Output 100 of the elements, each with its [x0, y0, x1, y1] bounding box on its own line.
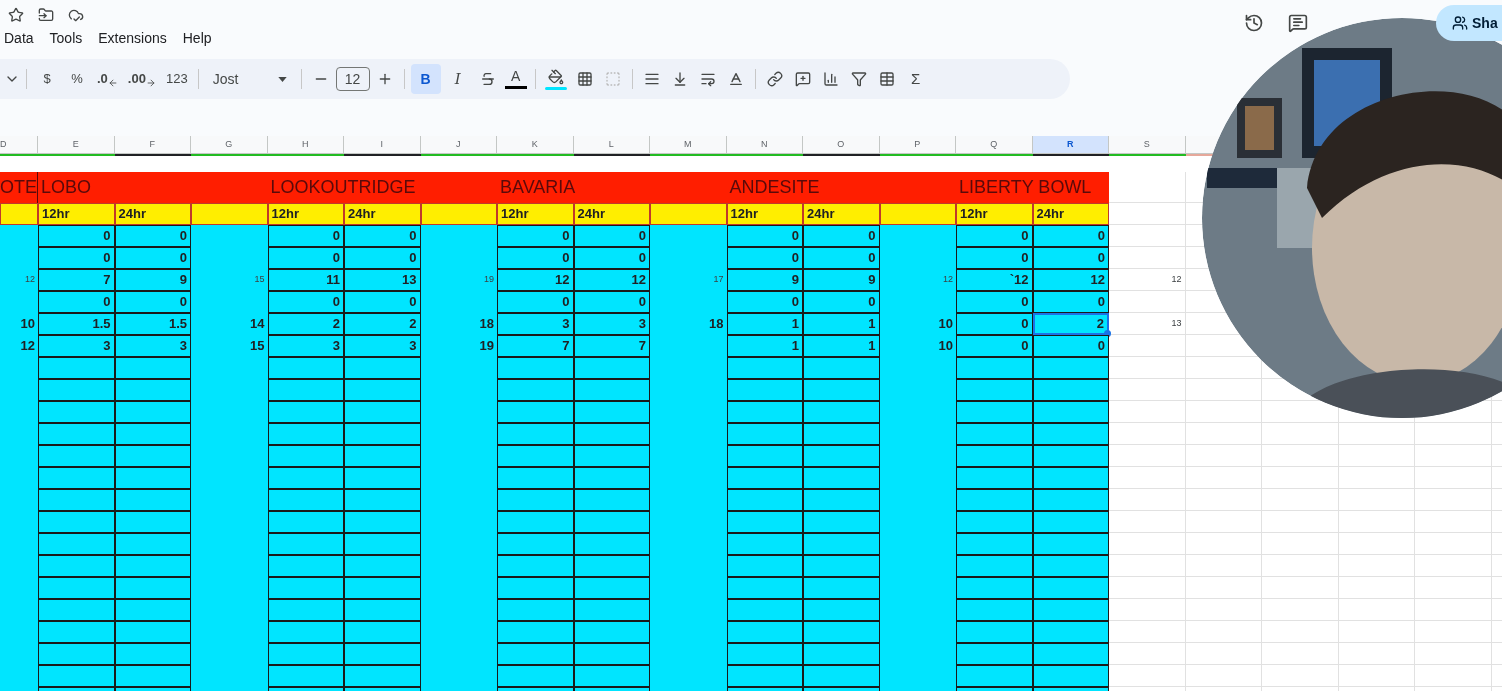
table-cell: 12 — [1032, 269, 1109, 291]
table-cell: 19 — [420, 335, 497, 357]
table-cell: 0 — [956, 313, 1033, 335]
table-cell: 10 — [0, 313, 38, 335]
history-icon[interactable] — [1244, 13, 1264, 33]
percent-button[interactable]: % — [63, 65, 91, 93]
title-cell: LIBERTY BOWL — [956, 172, 1109, 203]
column-header[interactable]: M — [650, 136, 727, 154]
table-cell: 7 — [38, 269, 115, 291]
column-header[interactable]: D — [0, 136, 38, 154]
table-cell: 0 — [497, 225, 574, 247]
table-cell: 15 — [191, 269, 268, 291]
column-label: 24hr — [344, 203, 421, 225]
table-cell: 9 — [114, 269, 191, 291]
table-cell: 0 — [344, 247, 421, 269]
column-header[interactable]: H — [267, 136, 344, 154]
merge-cells-icon[interactable] — [604, 71, 621, 87]
comment-icon[interactable] — [794, 71, 811, 87]
table-cell: 0 — [956, 335, 1033, 357]
column-header[interactable]: N — [726, 136, 803, 154]
column-header[interactable]: R — [1032, 136, 1109, 154]
table-cell: 1 — [803, 335, 880, 357]
table-cell: 0 — [573, 225, 650, 247]
column-header[interactable]: O — [803, 136, 880, 154]
paint-bucket-icon — [547, 68, 564, 85]
star-icon[interactable] — [8, 6, 24, 23]
table-cell: 0 — [38, 225, 115, 247]
arrow-left-icon — [107, 78, 118, 88]
table-cell: 10 — [879, 335, 956, 357]
column-header[interactable]: Q — [956, 136, 1033, 154]
share-button[interactable]: Sha — [1436, 5, 1502, 41]
font-size-field[interactable]: 12 — [335, 67, 370, 91]
column-header[interactable]: L — [573, 136, 650, 154]
table-cell: 3 — [38, 335, 115, 357]
caret-icon — [277, 76, 287, 82]
people-icon — [1452, 15, 1468, 31]
column-label: 24hr — [1032, 203, 1109, 225]
table-cell: 0 — [956, 247, 1033, 269]
bold-button[interactable]: B — [410, 64, 441, 94]
column-header[interactable]: K — [497, 136, 574, 154]
table-cell: 1 — [726, 335, 803, 357]
comments-icon[interactable] — [1288, 13, 1308, 33]
column-header[interactable]: I — [344, 136, 421, 154]
chart-icon[interactable] — [822, 71, 839, 87]
folder-icon[interactable] — [38, 6, 54, 23]
increase-decimals-button[interactable]: .00 — [123, 65, 160, 93]
column-header[interactable]: S — [1109, 136, 1186, 154]
table-cell: 3 — [497, 313, 574, 335]
strikethrough-icon[interactable] — [479, 71, 496, 87]
table-cell — [0, 203, 38, 225]
text-rotation-icon[interactable] — [727, 71, 744, 87]
table-cell: 0 — [267, 291, 344, 313]
table-cell: 7 — [497, 335, 574, 357]
menu-item[interactable]: Help — [182, 28, 212, 49]
column-header[interactable]: J — [420, 136, 497, 154]
menu-item[interactable]: Data — [4, 28, 34, 49]
column-label: 12hr — [267, 203, 344, 225]
table-cell: 18 — [420, 313, 497, 335]
column-header[interactable]: P — [879, 136, 956, 154]
table-cell: 9 — [803, 269, 880, 291]
borders-icon[interactable] — [576, 71, 593, 87]
table-cell: 0 — [38, 247, 115, 269]
table-cell: 17 — [650, 269, 727, 291]
title-cell: BAVARIA — [497, 172, 650, 203]
title-cell: ANDESITE — [726, 172, 880, 203]
column-label: 24hr — [573, 203, 650, 225]
column-header[interactable]: E — [38, 136, 115, 154]
table-cell: 12 — [879, 269, 956, 291]
arrow-right-icon — [145, 78, 156, 88]
table-cell: 1 — [726, 313, 803, 335]
table-cell: 7 — [573, 335, 650, 357]
column-label: 24hr — [114, 203, 191, 225]
table-cell: 12 — [0, 269, 38, 291]
text-wrap-icon[interactable] — [699, 71, 716, 87]
decrease-decimals-button[interactable]: .0 — [93, 65, 122, 93]
table-cell: 0 — [1032, 225, 1109, 247]
table-cell: 0 — [38, 291, 115, 313]
table-cell: 12 — [573, 269, 650, 291]
font-dropdown[interactable]: Jost — [204, 65, 295, 93]
table-cell: 3 — [114, 335, 191, 357]
table-cell: 2 — [344, 313, 421, 335]
functions-button[interactable]: Σ — [901, 65, 930, 93]
menu-item[interactable]: Extensions — [98, 28, 167, 49]
table-cell: 2 — [1032, 313, 1109, 335]
table-cell: 1.5 — [38, 313, 115, 335]
italic-button[interactable]: I — [442, 64, 473, 94]
table-cell: 0 — [344, 291, 421, 313]
align-icon[interactable] — [643, 71, 660, 87]
table-cell: 0 — [726, 225, 803, 247]
link-icon[interactable] — [766, 71, 783, 87]
text-color-button[interactable]: A — [502, 65, 529, 93]
table-icon[interactable] — [878, 71, 895, 87]
table-cell: 18 — [650, 313, 727, 335]
filter-icon[interactable] — [850, 71, 867, 87]
column-header[interactable]: G — [191, 136, 268, 154]
currency-button[interactable]: $ — [33, 65, 61, 93]
more-formats-button[interactable]: 123 — [161, 65, 192, 93]
column-header[interactable]: F — [114, 136, 191, 154]
table-cell: 11 — [267, 269, 344, 291]
menu-item[interactable]: Tools — [49, 28, 83, 49]
